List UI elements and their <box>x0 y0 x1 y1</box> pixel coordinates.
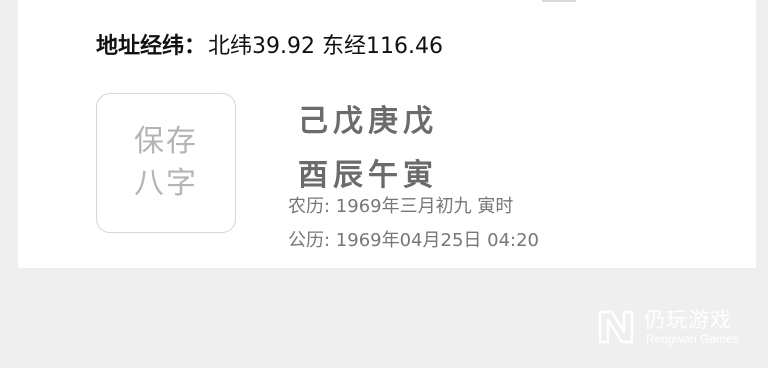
bazi-heavenly-stems: 己戊庚戊 <box>298 104 438 139</box>
top-divider <box>542 0 576 2</box>
lunar-date: 农历: 1969年三月初九 寅时 <box>288 196 514 217</box>
save-bazi-button[interactable]: 保存八字 <box>96 93 236 233</box>
address-coordinates: 北纬39.92 东经116.46 <box>208 34 443 59</box>
address-row: 地址经纬： 北纬39.92 东经116.46 <box>96 24 443 64</box>
watermark: 仍玩游戏 Rengwan Games <box>594 302 754 352</box>
bazi-result-card: 地址经纬： 北纬39.92 东经116.46 保存八字 己戊庚戊 酉辰午寅 农历… <box>18 0 756 268</box>
watermark-title: 仍玩游戏 <box>644 308 732 332</box>
bazi-earthly-branches: 酉辰午寅 <box>298 158 438 193</box>
watermark-subtitle: Rengwan Games <box>646 332 739 346</box>
save-bazi-label: 保存八字 <box>134 124 198 201</box>
rengwan-logo-icon <box>598 310 634 344</box>
solar-date: 公历: 1969年04月25日 04:20 <box>288 230 539 251</box>
address-label: 地址经纬： <box>96 33 207 59</box>
